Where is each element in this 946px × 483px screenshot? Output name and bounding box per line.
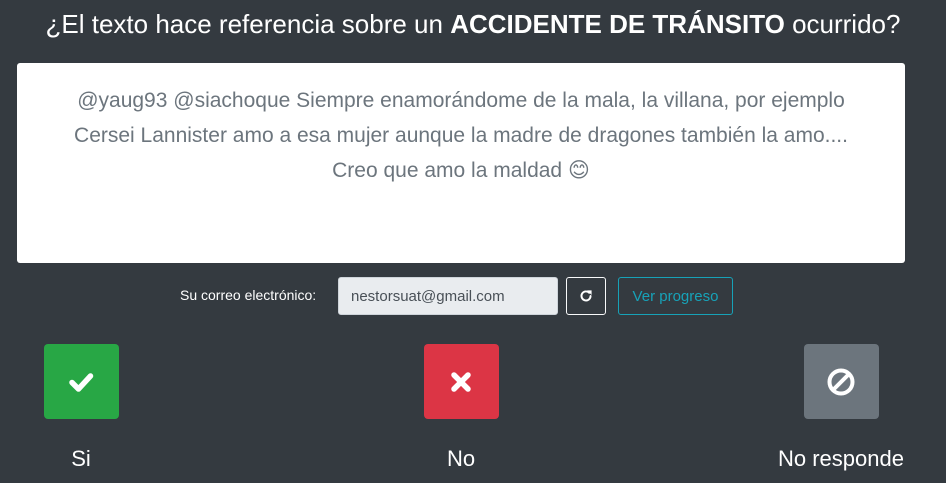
answer-no-response: No responde <box>741 344 941 472</box>
view-progress-button[interactable]: Ver progreso <box>618 277 733 315</box>
tweet-text: @yaug93 @siachoque Siempre enamorándome … <box>74 89 848 182</box>
email-label: Su correo electrónico: <box>180 287 317 303</box>
times-icon <box>451 371 471 392</box>
ban-icon <box>827 368 855 395</box>
yes-button[interactable] <box>43 344 119 419</box>
no-button[interactable] <box>423 344 499 419</box>
yes-label: Si <box>71 446 91 471</box>
no-label: No <box>446 446 476 471</box>
answer-yes: Si <box>0 344 181 472</box>
no-response-button[interactable] <box>803 344 879 419</box>
email-row: Su correo electrónico: Ver progreso <box>0 277 946 315</box>
refresh-button[interactable] <box>566 277 606 315</box>
question-heading: ¿El texto hace referencia sobre un ACCID… <box>0 6 946 42</box>
check-icon <box>69 372 94 392</box>
question-suffix: ocurrido? <box>784 9 901 39</box>
answer-no: No <box>361 344 561 472</box>
question-prefix: ¿El texto hace referencia sobre un <box>45 9 451 39</box>
tweet-card: @yaug93 @siachoque Siempre enamorándome … <box>17 63 905 263</box>
question-emphasis: ACCIDENTE DE TRÁNSITO <box>450 9 785 39</box>
refresh-icon <box>580 290 592 302</box>
email-input[interactable] <box>338 277 558 315</box>
no-response-label: No responde <box>778 446 904 471</box>
